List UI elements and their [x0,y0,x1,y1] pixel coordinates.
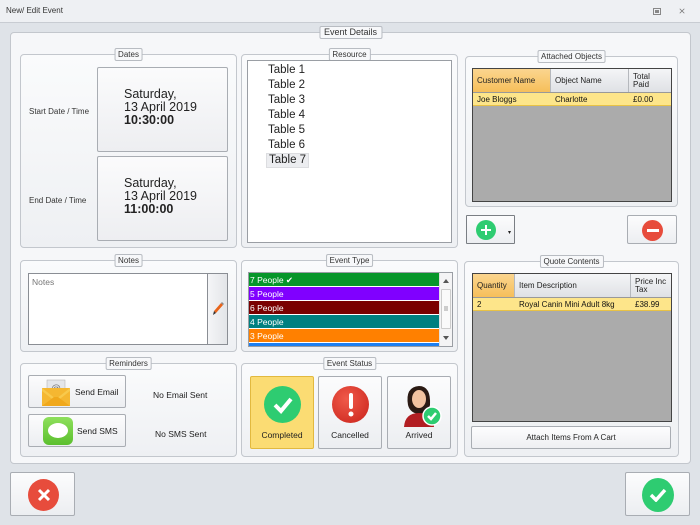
column-header-total-paid[interactable]: Total Paid [629,69,671,92]
status-completed-button[interactable]: Completed [250,376,314,449]
column-header-price[interactable]: Price Inc Tax [631,274,671,297]
column-header-quantity[interactable]: Quantity [473,274,515,297]
status-cancelled-label: Cancelled [331,430,369,440]
send-sms-label: Send SMS [77,426,118,436]
resource-list[interactable]: Table 1 Table 2 Table 3 Table 4 Table 5 … [247,60,452,243]
attach-items-from-cart-button[interactable]: Attach Items From A Cart [471,426,671,449]
start-date-picker[interactable]: Saturday, 13 April 2019 10:30:00 [97,67,228,152]
send-email-label: Send Email [75,387,119,397]
plus-circle-icon [476,220,496,240]
event-status-label: Event Status [322,357,377,370]
remove-object-button[interactable] [627,215,677,244]
dates-label: Dates [114,48,143,61]
edit-notes-button[interactable] [207,273,228,345]
notes-group: Notes Notes [20,254,237,352]
sms-status: No SMS Sent [155,429,207,439]
end-time: 11:00:00 [124,202,174,216]
event-type-label: Event Type [325,254,374,267]
notes-input[interactable]: Notes [28,273,208,345]
end-date-picker[interactable]: Saturday, 13 April 2019 11:00:00 [97,156,228,241]
dates-group: Dates Start Date / Time Saturday, 13 Apr… [20,48,237,248]
column-header-customer-name[interactable]: Customer Name [473,69,551,92]
resource-item[interactable]: Table 5 [266,123,307,138]
event-type-item[interactable]: 6 People [249,301,439,315]
cell-total-paid: £0.00 [633,95,654,104]
close-icon: ⨯ [678,5,686,16]
grid-header: Customer Name Object Name Total Paid [473,69,671,93]
resource-item[interactable]: Table 4 [266,108,307,123]
scroll-down-icon[interactable] [443,336,449,340]
event-details-label: Event Details [318,26,383,39]
add-object-button[interactable]: ▾ [466,215,515,244]
end-date-label: End Date / Time [29,196,87,205]
cancel-button[interactable] [10,472,75,516]
attached-objects-label: Attached Objects [537,50,606,63]
start-time: 10:30:00 [124,113,175,127]
status-cancelled-button[interactable]: Cancelled [318,376,382,449]
quote-contents-label: Quote Contents [539,255,604,268]
dropdown-arrow-icon[interactable]: ▾ [508,229,511,236]
resource-item[interactable]: Table 3 [266,93,307,108]
email-status: No Email Sent [153,390,208,400]
grid-header: Quantity Item Description Price Inc Tax [473,274,671,298]
status-arrived-label: Arrived [405,430,433,440]
scroll-up-icon[interactable] [443,279,449,283]
cell-customer-name: Joe Bloggs [477,95,517,104]
notes-label: Notes [114,254,143,267]
resource-item[interactable]: Table 2 [266,78,307,93]
ok-button[interactable] [625,472,690,516]
scroll-thumb[interactable] [441,289,451,329]
quote-contents-grid[interactable]: Quantity Item Description Price Inc Tax … [472,273,672,422]
table-row[interactable]: 2 Royal Canin Mini Adult 8kg £38.99 [473,298,671,311]
resource-group: Resource Table 1 Table 2 Table 3 Table 4… [241,48,458,248]
event-type-item[interactable]: 5 People [249,287,439,301]
event-type-list[interactable]: 7 People ✔ 5 People 6 People 4 People 3 … [248,272,453,347]
send-sms-button[interactable]: Send SMS [28,414,126,447]
reminders-group: Reminders @ Send Email No Email Sent Sen… [20,357,237,457]
event-type-group: Event Type 7 People ✔ 5 People 6 People … [241,254,458,352]
attached-objects-grid[interactable]: Customer Name Object Name Total Paid Joe… [472,68,672,202]
close-button[interactable]: ⨯ [676,5,688,17]
cell-price: £38.99 [635,300,660,309]
resource-item-selected[interactable]: Table 7 [266,153,310,168]
title-bar: New/ Edit Event ⨯ [0,0,700,23]
cell-object-name: Charlotte [555,95,588,104]
column-header-object-name[interactable]: Object Name [551,69,629,92]
quote-contents-group: Quote Contents Quantity Item Description… [464,255,679,457]
restore-icon [653,7,661,15]
table-row[interactable]: Joe Bloggs Charlotte £0.00 [473,93,671,106]
status-completed-label: Completed [261,430,303,440]
person-arrived-icon [404,386,442,427]
event-type-item[interactable]: 3 People [249,329,439,343]
check-circle-icon [264,386,301,423]
check-circle-icon [642,478,674,512]
event-type-scrollbar[interactable] [439,273,452,346]
exclamation-circle-icon [332,386,369,423]
event-type-item[interactable]: 7 People ✔ [249,273,439,287]
event-status-group: Event Status Completed Cancelled Arrived [241,357,458,457]
pencil-icon [212,302,224,315]
column-header-item-description[interactable]: Item Description [515,274,631,297]
restore-button[interactable] [651,5,663,17]
send-email-button[interactable]: @ Send Email [28,375,126,408]
cell-item-description: Royal Canin Mini Adult 8kg [519,300,615,309]
status-arrived-button[interactable]: Arrived [387,376,451,449]
email-envelope-icon: @ [42,379,70,406]
resource-item[interactable]: Table 6 [266,138,307,153]
cell-quantity: 2 [477,300,482,309]
attached-objects-group: Attached Objects Customer Name Object Na… [465,50,678,207]
sms-bubble-icon [43,417,73,445]
x-circle-icon [28,479,59,511]
resource-item[interactable]: Table 1 [266,63,307,78]
window-title: New/ Edit Event [6,6,63,15]
event-type-item[interactable] [249,343,439,346]
minus-circle-icon [642,220,663,241]
reminders-label: Reminders [105,357,152,370]
start-date-label: Start Date / Time [29,107,90,116]
event-type-item[interactable]: 4 People [249,315,439,329]
